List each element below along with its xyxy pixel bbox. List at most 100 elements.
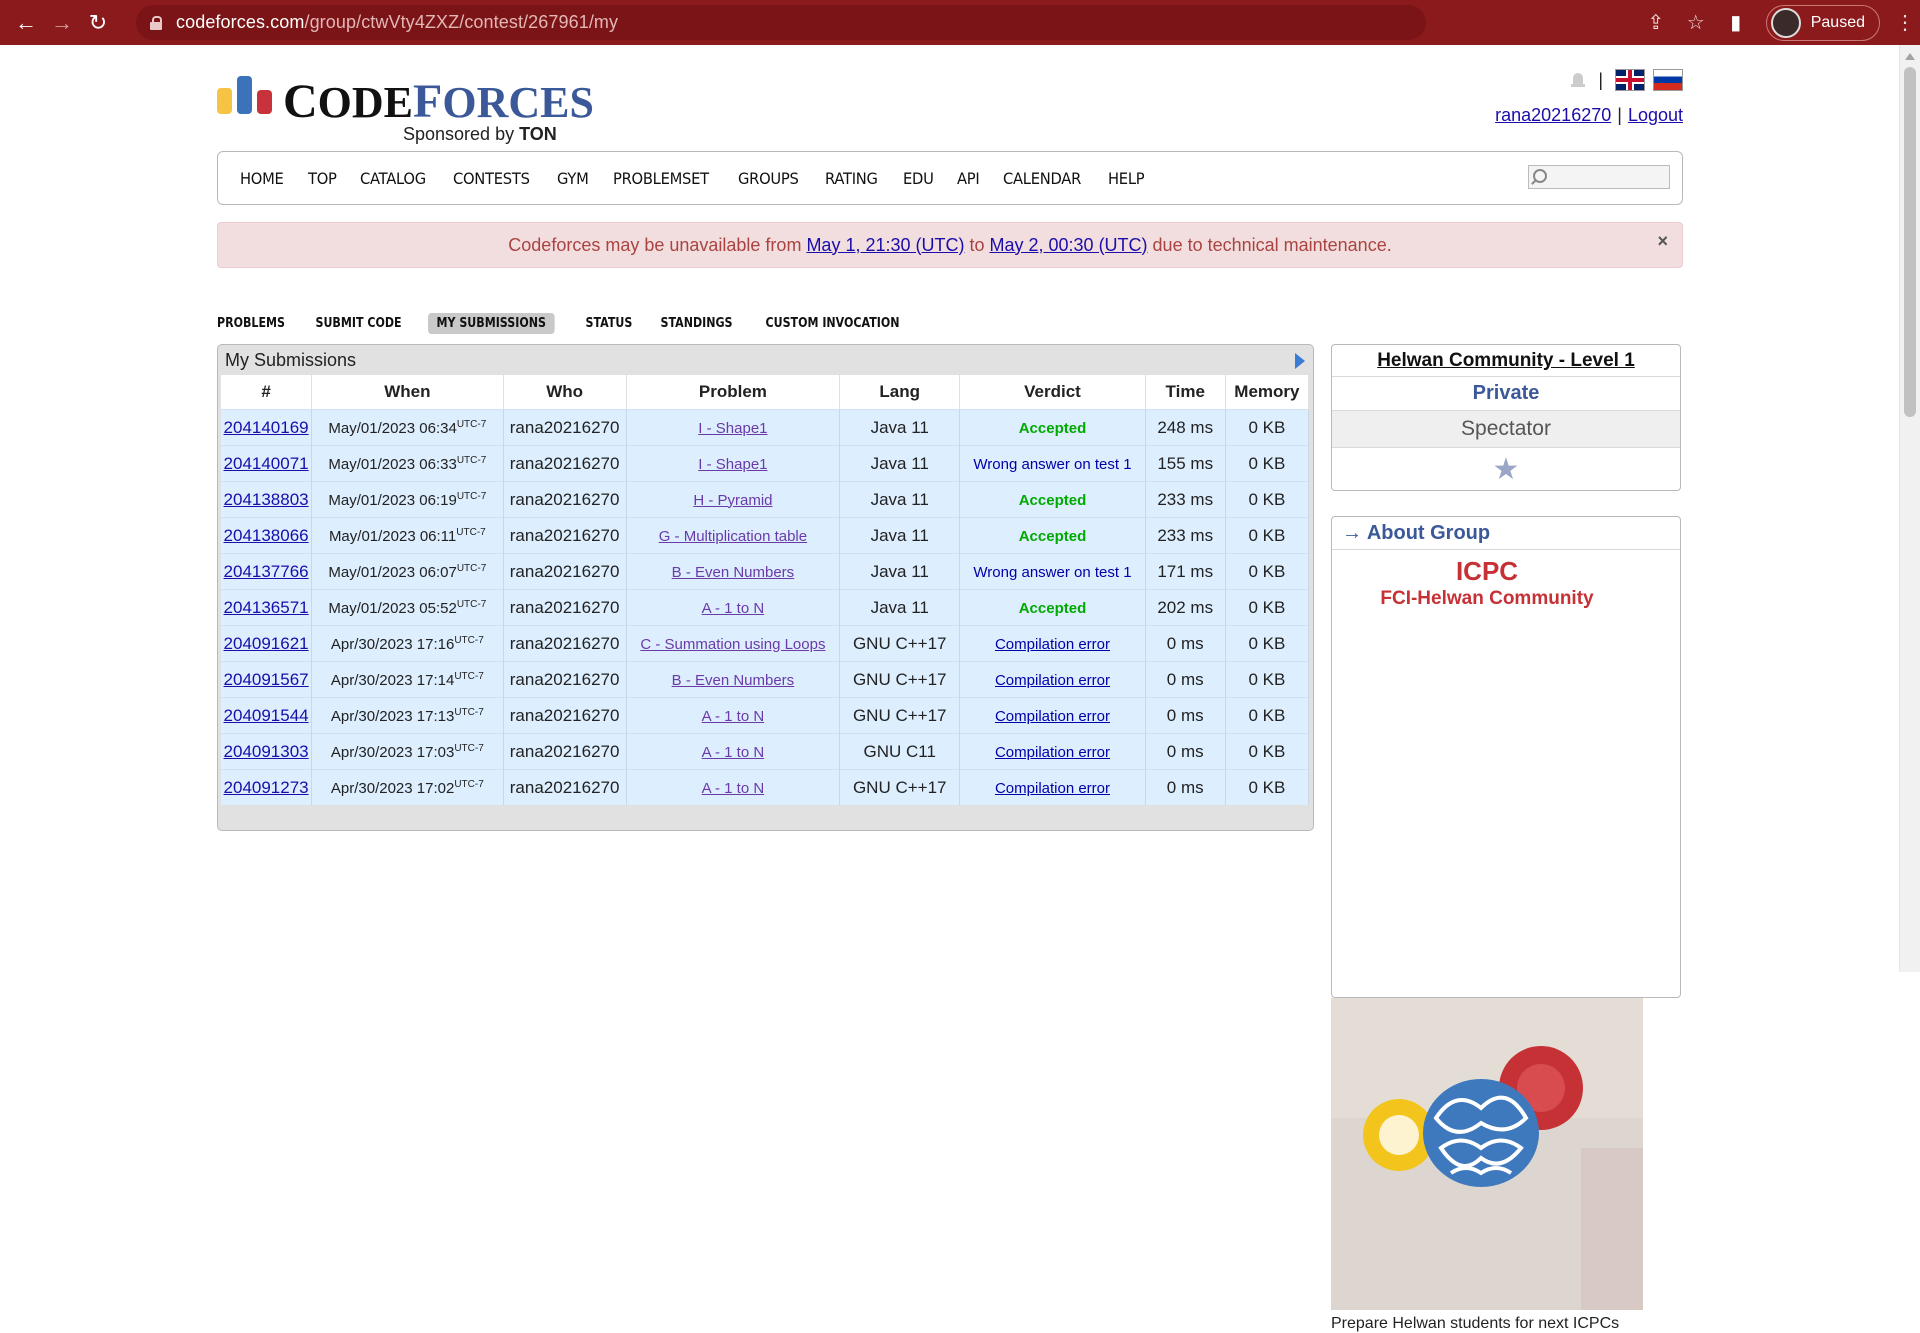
who-cell[interactable]: rana20216270 [503,481,627,518]
menu-calendar[interactable]: CALENDAR [1003,169,1081,188]
alert-start-link[interactable]: May 1, 21:30 (UTC) [806,235,964,256]
submission-time: May/01/2023 05:52 [328,599,457,617]
menu-problemset[interactable]: PROBLEMSET [613,169,709,188]
sidepanel-icon[interactable]: ▮ [1716,10,1756,35]
share-icon[interactable]: ⇪ [1636,10,1676,35]
problem-link[interactable]: C - Summation using Loops [640,636,825,653]
group-logo-image: ICPC FCI-Helwan Community [1331,556,1681,1315]
submission-id-link[interactable]: 204136571 [224,598,309,617]
star-icon[interactable]: ★ [1332,448,1680,490]
tab-submit-code[interactable]: SUBMIT CODE [307,313,410,334]
menu-contests[interactable]: CONTESTS [453,169,530,188]
logout-link[interactable]: Logout [1628,105,1683,125]
tab-status[interactable]: STATUS [577,313,641,334]
menu-gym[interactable]: GYM [557,169,589,188]
bookmark-star-icon[interactable]: ☆ [1676,10,1716,35]
problem-link[interactable]: B - Even Numbers [672,564,795,581]
verdict-label[interactable]: Compilation error [995,672,1110,689]
menu-top[interactable]: TOP [308,169,337,188]
memory-cell: 0 KB [1225,481,1310,518]
problem-link[interactable]: I - Shape1 [698,456,767,473]
verdict-label[interactable]: Compilation error [995,708,1110,725]
forward-icon[interactable]: → [44,5,80,41]
problem-link[interactable]: I - Shape1 [698,420,767,437]
menu-help[interactable]: HELP [1108,169,1145,188]
tab-problems[interactable]: PROBLEMS [217,313,293,334]
timezone-label: UTC-7 [454,670,484,682]
english-flag-icon[interactable] [1615,69,1645,91]
search-input[interactable] [1528,165,1670,189]
submission-id-link[interactable]: 204091567 [224,670,309,689]
submission-id-link[interactable]: 204091621 [224,634,309,653]
menu-home[interactable]: HOME [240,169,284,188]
submission-id-link[interactable]: 204140071 [224,454,309,473]
time-cell: 0 ms [1145,697,1226,734]
scrollbar-thumb[interactable] [1904,67,1916,417]
problem-cell: I - Shape1 [626,445,841,482]
verdict-label[interactable]: Compilation error [995,744,1110,761]
who-cell[interactable]: rana20216270 [503,733,627,770]
problem-link[interactable]: A - 1 to N [702,708,765,725]
problem-link[interactable]: B - Even Numbers [672,672,795,689]
problem-cell: A - 1 to N [626,733,841,770]
table-row: 204136571 May/01/2023 05:52UTC-7 rana20216… [221,589,1310,626]
tab-custom-invocation[interactable]: CUSTOM INVOCATION [757,313,908,334]
russian-flag-icon[interactable] [1653,69,1683,91]
who-cell[interactable]: rana20216270 [503,589,627,626]
menu-edu[interactable]: EDU [903,169,934,188]
verdict-label: Wrong answer on test 1 [973,563,1132,581]
problem-link[interactable]: A - 1 to N [702,780,765,797]
scroll-up-icon[interactable] [1905,53,1915,60]
problem-link[interactable]: A - 1 to N [702,600,765,617]
submission-time: Apr/30/2023 17:13 [330,707,455,725]
close-icon[interactable]: × [1657,231,1668,252]
alert-text: due to technical maintenance. [1152,234,1392,255]
reload-icon[interactable]: ↻ [80,5,116,41]
who-cell[interactable]: rana20216270 [503,697,627,734]
who-cell[interactable]: rana20216270 [503,553,627,590]
table-row: 204138066 May/01/2023 06:11UTC-7 rana20216… [221,517,1310,554]
tab-standings[interactable]: STANDINGS [652,313,741,334]
back-icon[interactable]: ← [8,5,44,41]
who-cell[interactable]: rana20216270 [503,769,627,805]
submission-id-link[interactable]: 204140169 [224,418,309,437]
notification-bell-icon[interactable] [1570,71,1586,89]
menu-rating[interactable]: RATING [825,169,878,188]
submission-id-link[interactable]: 204091544 [224,706,309,725]
menu-catalog[interactable]: CATALOG [360,169,426,188]
submission-time: May/01/2023 06:07 [328,563,457,581]
submission-id-link[interactable]: 204091273 [224,778,309,797]
codeforces-logo[interactable]: CODEFORCES Sponsored by TON [217,74,594,144]
time-cell: 0 ms [1145,769,1226,805]
group-title-link[interactable]: Helwan Community - Level 1 [1332,345,1680,377]
menu-kebab-icon[interactable]: ⋮ [1890,10,1920,35]
who-cell[interactable]: rana20216270 [503,517,627,554]
who-cell[interactable]: rana20216270 [503,625,627,662]
verdict-label[interactable]: Compilation error [995,780,1110,797]
problem-link[interactable]: H - Pyramid [693,492,772,509]
who-cell[interactable]: rana20216270 [503,445,627,482]
verdict-label[interactable]: Compilation error [995,636,1110,653]
submission-id-link[interactable]: 204091303 [224,742,309,761]
search-icon [1533,169,1547,183]
who-cell[interactable]: rana20216270 [503,409,627,446]
who-cell[interactable]: rana20216270 [503,661,627,698]
username-link[interactable]: rana20216270 [1495,105,1611,125]
page-scrollbar[interactable] [1899,45,1920,972]
alert-end-link[interactable]: May 2, 00:30 (UTC) [990,235,1148,256]
submission-id-link[interactable]: 204138803 [224,490,309,509]
menu-groups[interactable]: GROUPS [738,169,799,188]
timezone-label: UTC-7 [456,526,486,538]
submission-id-link[interactable]: 204138066 [224,526,309,545]
submission-id-cell: 204091621 [221,625,313,662]
problem-link[interactable]: A - 1 to N [702,744,765,761]
time-cell: 233 ms [1145,517,1226,554]
submission-id-link[interactable]: 204137766 [224,562,309,581]
profile-button[interactable]: Paused [1765,4,1880,41]
problem-link[interactable]: G - Multiplication table [659,528,807,545]
tab-my-submissions[interactable]: MY SUBMISSIONS [428,312,555,334]
submission-time: May/01/2023 06:19 [328,491,457,509]
address-bar[interactable]: codeforces.com/group/ctwVty4ZXZ/contest/… [136,5,1426,40]
menu-api[interactable]: API [957,169,980,188]
expand-arrow-icon[interactable] [1295,353,1305,369]
